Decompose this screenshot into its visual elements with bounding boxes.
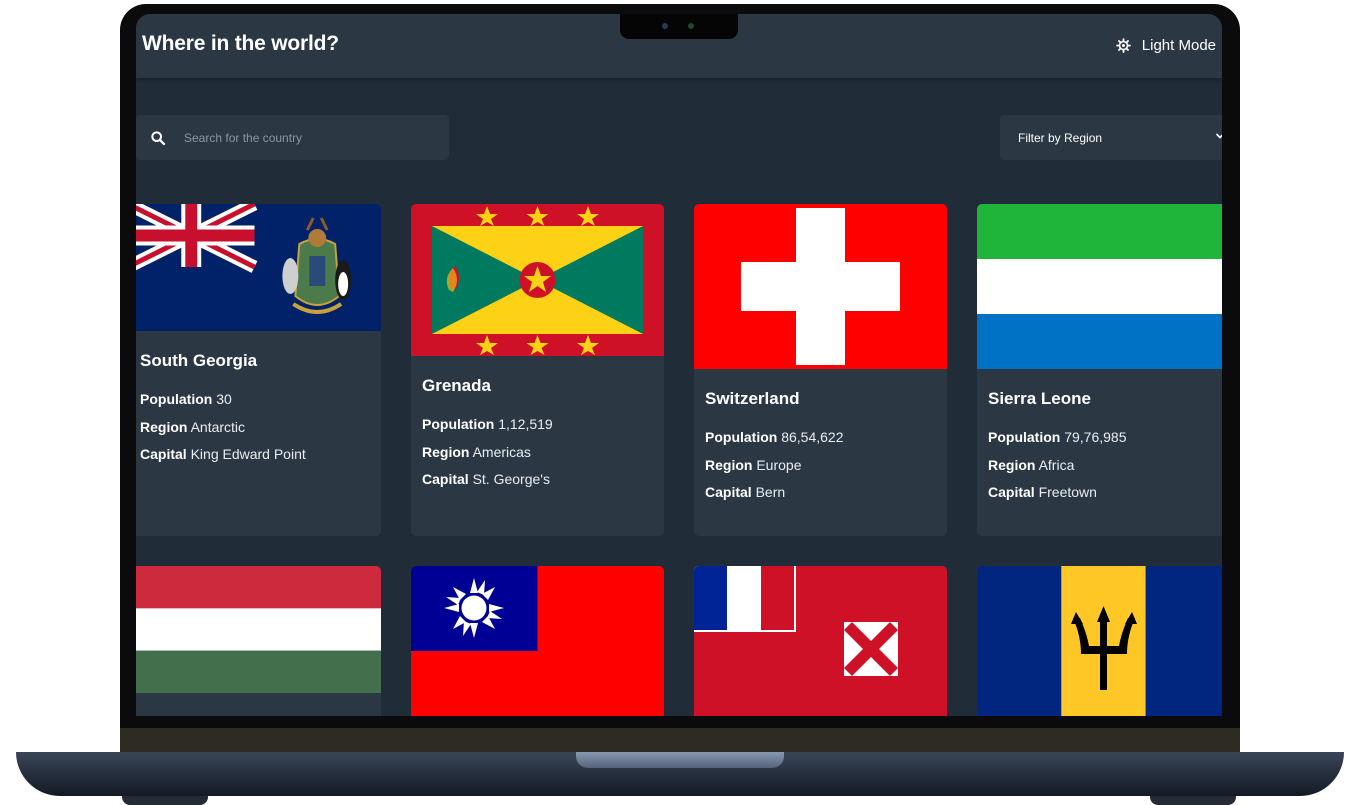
country-card[interactable]: Switzerland Population 86,54,622 Region … xyxy=(694,204,947,536)
capital-stat: Capital St. George's xyxy=(422,471,550,487)
population-stat: Population 30 xyxy=(140,391,232,407)
camera-notch xyxy=(620,14,738,39)
population-stat: Population 79,76,985 xyxy=(988,429,1127,445)
region-stat: Region Africa xyxy=(988,456,1075,473)
search-input[interactable] xyxy=(184,130,424,145)
filter-label: Filter by Region xyxy=(1018,130,1103,145)
country-name: Sierra Leone xyxy=(988,389,1091,408)
country-name: South Georgia xyxy=(140,351,258,370)
population-stat: Population 86,54,622 xyxy=(705,429,844,445)
taiwan-flag xyxy=(411,566,664,716)
app-screen: Where in the world? Light Mode Filter by… xyxy=(136,14,1222,716)
region-filter-dropdown[interactable]: Filter by Region xyxy=(1000,115,1222,160)
laptop-groove xyxy=(576,752,784,768)
south-georgia-flag xyxy=(136,204,381,331)
region-stat: Region Europe xyxy=(705,456,802,473)
app-title: Where in the world? xyxy=(142,32,339,55)
country-card[interactable]: Sierra Leone Population 79,76,985 Region… xyxy=(977,204,1222,536)
country-card[interactable] xyxy=(136,566,381,716)
theme-toggle-button[interactable]: Light Mode xyxy=(1115,34,1216,56)
search-icon xyxy=(151,130,166,145)
laptop-foot-left xyxy=(122,796,208,805)
population-stat: Population 1,12,519 xyxy=(422,416,553,432)
country-card[interactable]: South Georgia Population 30 Region Antar… xyxy=(136,204,381,536)
gear-icon xyxy=(1115,37,1131,53)
sierra-leone-flag xyxy=(977,204,1222,369)
barbados-flag xyxy=(977,566,1222,716)
country-card[interactable] xyxy=(694,566,947,716)
region-stat: Region Antarctic xyxy=(140,418,246,435)
country-card[interactable]: Grenada Population 1,12,519 Region Ameri… xyxy=(411,204,664,536)
search-bar[interactable] xyxy=(136,115,449,160)
laptop-foot-right xyxy=(1150,796,1236,805)
capital-stat: Capital Freetown xyxy=(988,484,1097,500)
theme-toggle-label: Light Mode xyxy=(1141,36,1216,54)
country-name: Grenada xyxy=(422,376,491,395)
country-card[interactable] xyxy=(411,566,664,716)
camera-light-icon xyxy=(688,23,694,29)
wallis-and-futuna-flag xyxy=(694,566,947,716)
camera-icon xyxy=(662,23,668,29)
switzerland-flag xyxy=(694,204,947,369)
chevron-down-icon xyxy=(1215,133,1222,139)
capital-stat: Capital Bern xyxy=(705,484,786,500)
region-stat: Region Americas xyxy=(422,443,531,460)
grenada-flag xyxy=(411,204,664,356)
laptop-base xyxy=(16,752,1344,796)
capital-stat: Capital King Edward Point xyxy=(140,446,306,462)
country-card[interactable] xyxy=(977,566,1222,716)
hungary-flag xyxy=(136,566,381,693)
laptop-hinge xyxy=(120,728,1240,752)
country-name: Switzerland xyxy=(705,389,800,408)
